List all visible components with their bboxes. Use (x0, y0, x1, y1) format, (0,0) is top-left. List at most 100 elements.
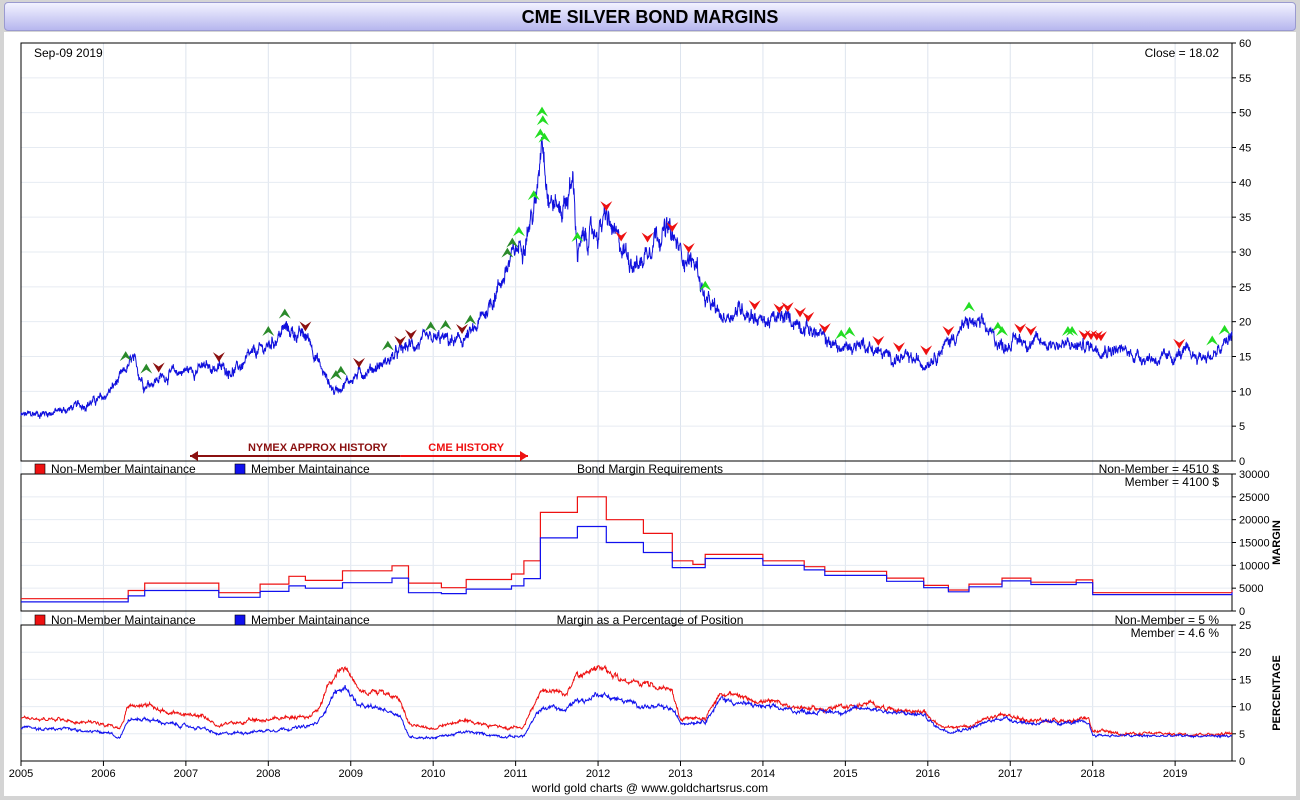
legend-label: Non-Member Maintainance (51, 613, 196, 627)
increase-arrow (536, 115, 549, 126)
percentage-axis: 0 5 10 15 20 25 (20, 620, 1251, 768)
x-tick-label: 2005 (9, 768, 33, 780)
increase-arrow (506, 237, 519, 248)
decrease-arrow (404, 329, 417, 340)
legend-swatch (234, 463, 246, 475)
decrease-arrow (781, 302, 794, 313)
y-tick-label: 10000 (1239, 560, 1270, 572)
percentage-title: Margin as a Percentage of Position (557, 613, 744, 627)
margin-axis: 0 5000 10000 15000 20000 25000 30000 (20, 469, 1270, 618)
increase-arrow (334, 365, 347, 376)
margin-ylabel: MARGIN (1271, 520, 1283, 565)
increase-arrow (278, 308, 291, 319)
y-tick-label: 15000 (1239, 538, 1270, 550)
y-tick-label: 40 (1239, 177, 1251, 189)
cme-history-label: CME HISTORY (428, 442, 504, 454)
chart-title: CME SILVER BOND MARGINS (4, 2, 1296, 31)
x-tick-label: 2006 (91, 768, 115, 780)
value-label-member: Member = 4.6 % (1131, 626, 1220, 640)
y-tick-label: 20000 (1239, 515, 1270, 527)
value-label-non-member: Non-Member = 5 % (1115, 613, 1220, 627)
increase-arrow (464, 314, 477, 325)
decrease-arrow (920, 345, 933, 356)
decrease-arrow (352, 357, 365, 368)
x-tick-label: 2009 (339, 768, 363, 780)
increase-arrow (381, 340, 394, 351)
y-tick-label: 35 (1239, 212, 1251, 224)
increase-arrow (424, 321, 437, 332)
increase-arrow (963, 301, 976, 312)
decrease-arrow (615, 231, 628, 242)
value-label-non-member: Non-Member = 4510 $ (1099, 462, 1220, 476)
y-tick-label: 45 (1239, 143, 1251, 155)
y-tick-label: 5 (1239, 421, 1245, 433)
decrease-arrow (794, 307, 807, 318)
y-tick-label: 5000 (1239, 583, 1263, 595)
price-axis: 0 5 10 15 20 25 30 35 40 45 50 55 60 (20, 38, 1251, 468)
y-tick-label: 5 (1239, 729, 1245, 741)
percentage-line-member (20, 684, 1233, 740)
x-tick-label: 2014 (751, 768, 775, 780)
decrease-arrow (641, 232, 654, 243)
nymex-history-label: NYMEX APPROX HISTORY (248, 442, 388, 454)
y-tick-label: 10 (1239, 386, 1251, 398)
increase-arrow (536, 106, 549, 117)
y-tick-label: 60 (1239, 38, 1251, 50)
y-tick-label: 30 (1239, 247, 1251, 259)
decrease-arrow (1024, 325, 1037, 336)
y-tick-label: 20 (1239, 647, 1251, 659)
y-tick-label: 25000 (1239, 492, 1270, 504)
y-tick-label: 25 (1239, 282, 1251, 294)
legend-label: Member Maintainance (251, 462, 370, 476)
decrease-arrow (600, 201, 613, 212)
x-tick-label: 2015 (833, 768, 857, 780)
y-tick-label: 25 (1239, 620, 1251, 632)
x-tick-label: 2008 (256, 768, 280, 780)
x-tick-label: 2007 (174, 768, 198, 780)
x-tick-label: 2012 (586, 768, 610, 780)
x-axis: 2005 2006 2007 2008 2009 2010 2011 2012 2013 2014… (9, 761, 1187, 780)
date-label: Sep-09 2019 (34, 46, 103, 60)
decrease-arrow (892, 342, 905, 353)
legend-label: Non-Member Maintainance (51, 462, 196, 476)
y-tick-label: 20 (1239, 317, 1251, 329)
y-tick-label: 30000 (1239, 469, 1270, 481)
x-tick-label: 2011 (504, 768, 528, 780)
y-tick-label: 0 (1239, 456, 1245, 468)
percentage-ylabel: PERCENTAGE (1271, 655, 1283, 731)
y-tick-label: 15 (1239, 674, 1251, 686)
decrease-arrow (1014, 323, 1027, 334)
increase-arrow (699, 280, 712, 291)
arrow-head-left (189, 451, 198, 461)
increase-arrow (1206, 335, 1219, 346)
percentage-panel-border (20, 624, 1233, 762)
footer-credit: world gold charts @ www.goldchartsrus.co… (531, 781, 768, 795)
chart-frame: CME SILVER BOND MARGINS 0 5 10 15 20 25 30 35 40… (0, 0, 1300, 800)
decrease-arrow (872, 335, 885, 346)
year-gridlines (20, 43, 1176, 761)
legend-swatch (34, 463, 46, 475)
y-tick-label: 50 (1239, 108, 1251, 120)
legend-label: Member Maintainance (251, 613, 370, 627)
y-tick-label: 0 (1239, 606, 1245, 618)
decrease-arrow (748, 300, 761, 311)
y-tick-label: 10 (1239, 702, 1251, 714)
value-label-member: Member = 4100 $ (1125, 475, 1220, 489)
increase-arrow (512, 226, 525, 237)
x-tick-label: 2019 (1163, 768, 1187, 780)
decrease-arrow (942, 325, 955, 336)
y-tick-label: 15 (1239, 352, 1251, 364)
chart-svg: 0510152025303540455055600500010000150002… (9, 38, 1283, 795)
margin-line-member (21, 525, 1233, 603)
margin-line-non-member (21, 496, 1233, 600)
increase-arrow (140, 363, 153, 374)
y-tick-label: 0 (1239, 756, 1245, 768)
legend-swatch (34, 614, 46, 626)
decrease-arrow (152, 362, 165, 373)
x-tick-label: 2013 (668, 768, 692, 780)
x-tick-label: 2010 (421, 768, 445, 780)
decrease-arrow (212, 352, 225, 363)
y-tick-label: 55 (1239, 73, 1251, 85)
price-line (20, 136, 1233, 419)
legend-swatch (234, 614, 246, 626)
